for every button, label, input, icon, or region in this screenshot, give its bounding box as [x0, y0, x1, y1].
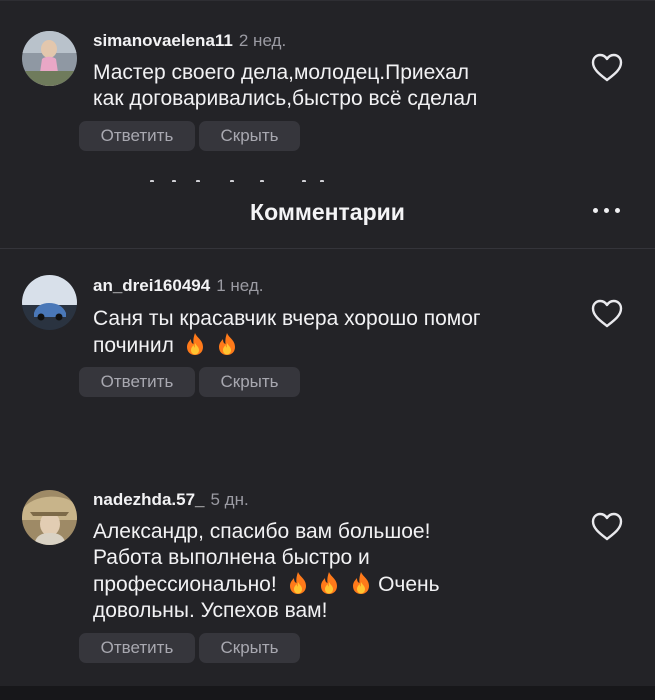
comments-header: Комментарии	[0, 182, 655, 249]
comment-line: Очень	[378, 573, 440, 596]
like-heart-icon[interactable]	[589, 297, 625, 329]
like-heart-icon[interactable]	[589, 510, 625, 542]
reply-button[interactable]: Ответить	[79, 633, 195, 663]
username[interactable]: nadezhda.57_	[93, 490, 205, 509]
hide-button[interactable]: Скрыть	[199, 121, 300, 151]
comment-text: Саня ты красавчик вчера хорошо помог поч…	[93, 306, 563, 359]
comment-time: 1 нед.	[216, 276, 264, 295]
comment-line-with-emoji: починил	[93, 332, 563, 359]
reply-button[interactable]: Ответить	[79, 367, 195, 397]
like-heart-icon[interactable]	[589, 51, 625, 83]
comment-line: профессионально!	[93, 573, 277, 596]
fire-emoji-icon	[184, 332, 206, 356]
avatar[interactable]	[22, 31, 77, 86]
comment-time: 5 дн.	[210, 490, 249, 509]
comment-meta: simanovaelena11 2 нед.	[93, 31, 286, 51]
comment-time: 2 нед.	[238, 31, 287, 50]
comment-line: Саня ты красавчик вчера хорошо помог	[93, 307, 481, 330]
comment-meta: nadezhda.57_ 5 дн.	[93, 490, 249, 510]
comment-line: довольны. Успехов вам!	[93, 599, 328, 622]
comment-line: как договаривались,быстро всё сделал	[93, 87, 478, 110]
fire-emoji-icon	[350, 571, 372, 595]
hide-button[interactable]: Скрыть	[199, 367, 300, 397]
comment-text: Александр, спасибо вам большое! Работа в…	[93, 519, 563, 624]
comment-item: nadezhda.57_ 5 дн. Александр, спасибо вам…	[0, 462, 655, 682]
username[interactable]: an_drei160494	[93, 276, 210, 295]
comment-item: an_drei160494 1 нед. Саня ты красавчик вч…	[0, 250, 655, 430]
fire-emoji-icon	[318, 571, 340, 595]
more-options-icon[interactable]	[592, 194, 622, 224]
bottom-edge-strip	[0, 686, 655, 700]
comment-line-with-emoji: профессионально! Очень	[93, 571, 563, 598]
comment-line: Работа выполнена быстро и	[93, 546, 370, 569]
comment-line: Мастер своего дела,молодец.Приехал	[93, 61, 470, 84]
clipped-text-remnant	[150, 174, 330, 182]
avatar[interactable]	[22, 275, 77, 330]
fire-emoji-icon	[216, 332, 238, 356]
hide-button[interactable]: Скрыть	[199, 633, 300, 663]
comment-line: починил	[93, 334, 174, 357]
fire-emoji-icon	[287, 571, 309, 595]
comment-line: Александр, спасибо вам большое!	[93, 520, 431, 543]
comment-item: simanovaelena11 2 нед. Мастер своего дела…	[0, 0, 655, 178]
comment-text: Мастер своего дела,молодец.Приехал как д…	[93, 60, 563, 112]
page-title: Комментарии	[250, 199, 405, 225]
comment-meta: an_drei160494 1 нед.	[93, 276, 264, 296]
avatar[interactable]	[22, 490, 77, 545]
reply-button[interactable]: Ответить	[79, 121, 195, 151]
username[interactable]: simanovaelena11	[93, 31, 233, 50]
